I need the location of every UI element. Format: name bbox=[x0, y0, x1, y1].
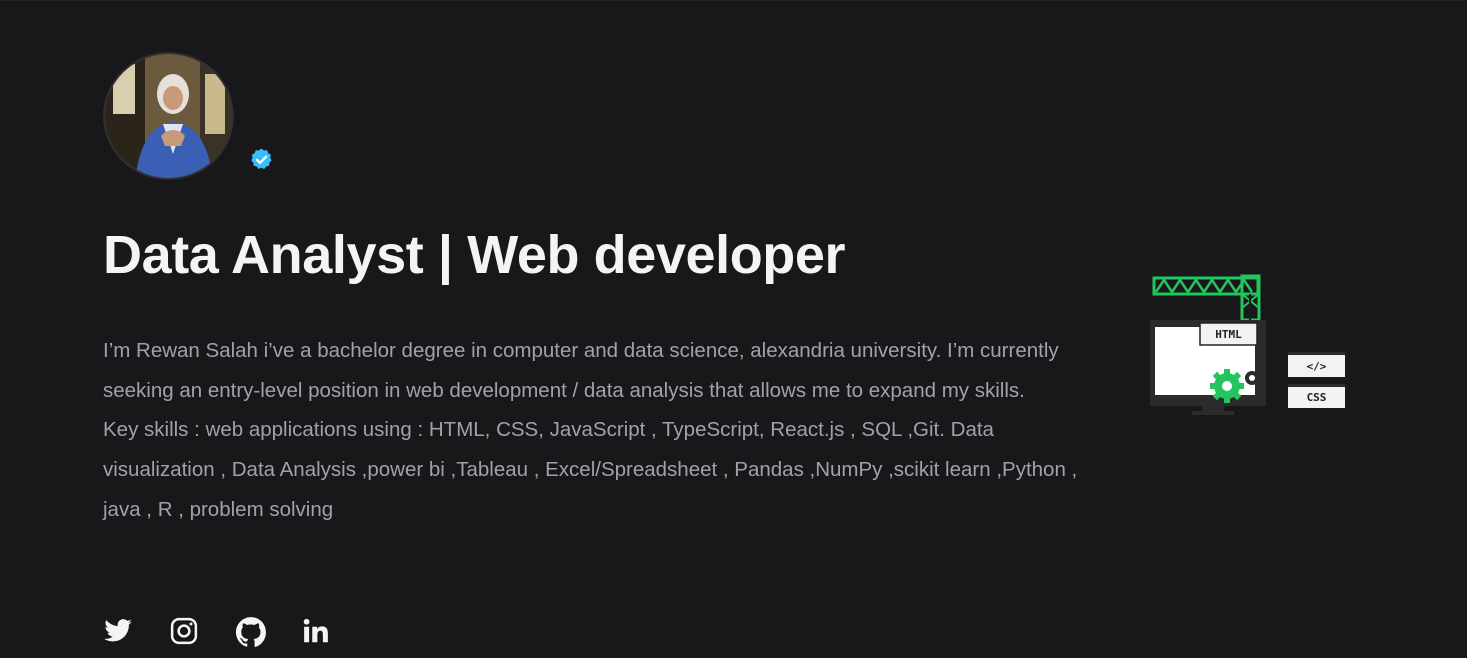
bio-intro: I’m Rewan Salah i’ve a bachelor degree i… bbox=[103, 339, 1059, 402]
css-tag-label: CSS bbox=[1307, 391, 1327, 404]
web-development-illustration: HTML </> CSS bbox=[1150, 274, 1345, 415]
social-links bbox=[103, 616, 367, 648]
bio: I’m Rewan Salah i’ve a bachelor degree i… bbox=[103, 331, 1103, 530]
bio-skills: Key skills : web applications using : HT… bbox=[103, 418, 1078, 521]
page-title: Data Analyst | Web developer bbox=[103, 225, 846, 285]
header-divider bbox=[0, 0, 1467, 1]
avatar-photo bbox=[105, 54, 232, 178]
avatar bbox=[103, 52, 234, 180]
profile-page: Data Analyst | Web developer I’m Rewan S… bbox=[0, 0, 1467, 658]
github-icon bbox=[235, 617, 266, 648]
html-tag-label: HTML bbox=[1215, 328, 1242, 341]
twitter-link[interactable] bbox=[103, 616, 135, 648]
linkedin-link[interactable] bbox=[301, 616, 333, 648]
instagram-icon bbox=[170, 617, 198, 645]
github-link[interactable] bbox=[235, 616, 267, 648]
verified-badge-icon bbox=[251, 148, 272, 169]
linkedin-icon bbox=[303, 618, 328, 643]
code-tag-label: </> bbox=[1307, 360, 1327, 373]
twitter-icon bbox=[104, 619, 132, 642]
instagram-link[interactable] bbox=[169, 616, 201, 648]
